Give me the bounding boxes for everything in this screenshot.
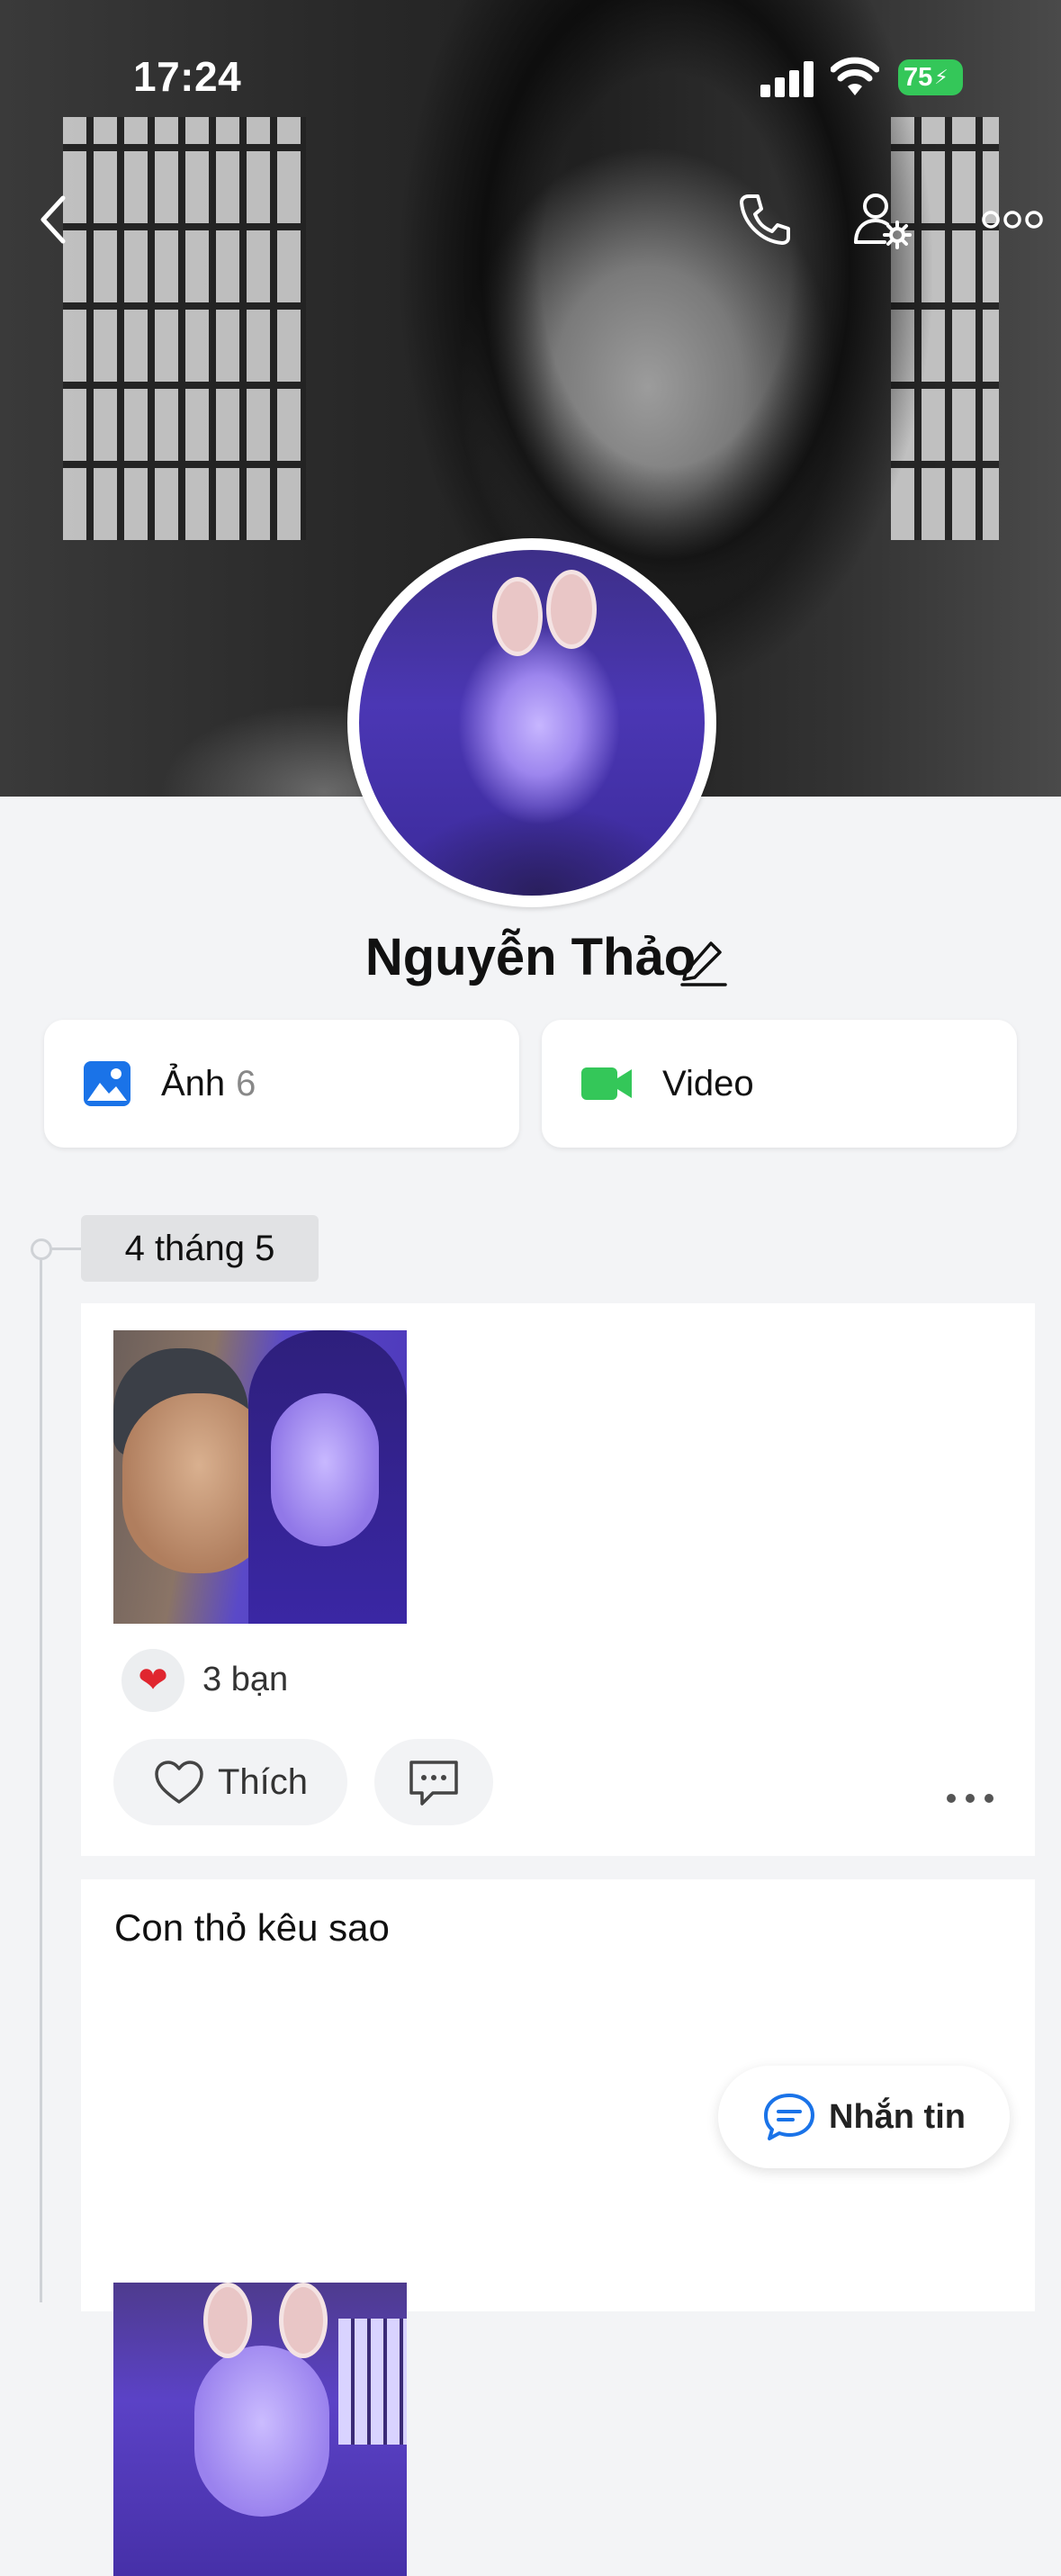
bunny-ear-right <box>546 570 597 649</box>
message-button-label: Nhắn tin <box>829 2097 966 2136</box>
timeline-line <box>40 1249 42 2302</box>
post-more-button[interactable] <box>945 1773 995 1814</box>
back-button[interactable] <box>18 184 90 256</box>
more-dots-icon <box>947 1794 994 1803</box>
chevron-left-icon <box>40 195 66 244</box>
photo-icon <box>84 1061 130 1106</box>
profile-name: Nguyễn Thảo <box>364 928 697 986</box>
call-button[interactable] <box>729 184 801 256</box>
profile-settings-button[interactable] <box>846 184 918 256</box>
video-label: Video <box>662 1063 754 1103</box>
photos-label: Ảnh 6 <box>161 1063 256 1103</box>
post-photo[interactable] <box>113 2283 407 2576</box>
pencil-icon <box>680 941 727 986</box>
post-photo[interactable] <box>113 1330 407 1624</box>
comment-button[interactable] <box>374 1739 493 1825</box>
like-button[interactable]: Thích <box>113 1739 347 1825</box>
message-button[interactable]: Nhắn tin <box>718 2066 1010 2168</box>
cover-window-left <box>63 117 306 540</box>
user-settings-icon <box>854 194 912 249</box>
cellular-signal-icon <box>760 61 814 97</box>
comment-icon <box>409 1761 458 1806</box>
battery-level: 75 <box>904 62 933 92</box>
battery-indicator: 75 ⚡ <box>898 59 963 95</box>
post-caption: Con thỏ kêu sao <box>114 1906 390 1949</box>
wifi-icon <box>830 56 880 97</box>
more-options-button[interactable] <box>967 184 1057 256</box>
reaction-count[interactable]: 3 bạn <box>202 1661 288 1699</box>
avatar[interactable] <box>359 550 705 896</box>
charging-icon: ⚡ <box>934 66 949 88</box>
reaction-heart-icon[interactable]: ❤ <box>121 1649 184 1712</box>
timeline-date: 4 tháng 5 <box>81 1215 319 1282</box>
timeline-dot <box>31 1238 52 1260</box>
more-horizontal-icon <box>982 211 1043 229</box>
edit-name-button[interactable] <box>677 934 729 986</box>
heart-outline-icon <box>155 1761 203 1804</box>
status-time: 17:24 <box>133 53 242 100</box>
video-button[interactable]: Video <box>542 1020 1017 1148</box>
photos-button[interactable]: Ảnh 6 <box>44 1020 519 1148</box>
bunny-ear-left <box>492 577 543 656</box>
chat-bubble-icon <box>764 2094 814 2140</box>
phone-icon <box>740 194 790 245</box>
like-label: Thích <box>217 1761 309 1802</box>
video-camera-icon <box>581 1067 632 1100</box>
photos-count: 6 <box>236 1063 256 1103</box>
